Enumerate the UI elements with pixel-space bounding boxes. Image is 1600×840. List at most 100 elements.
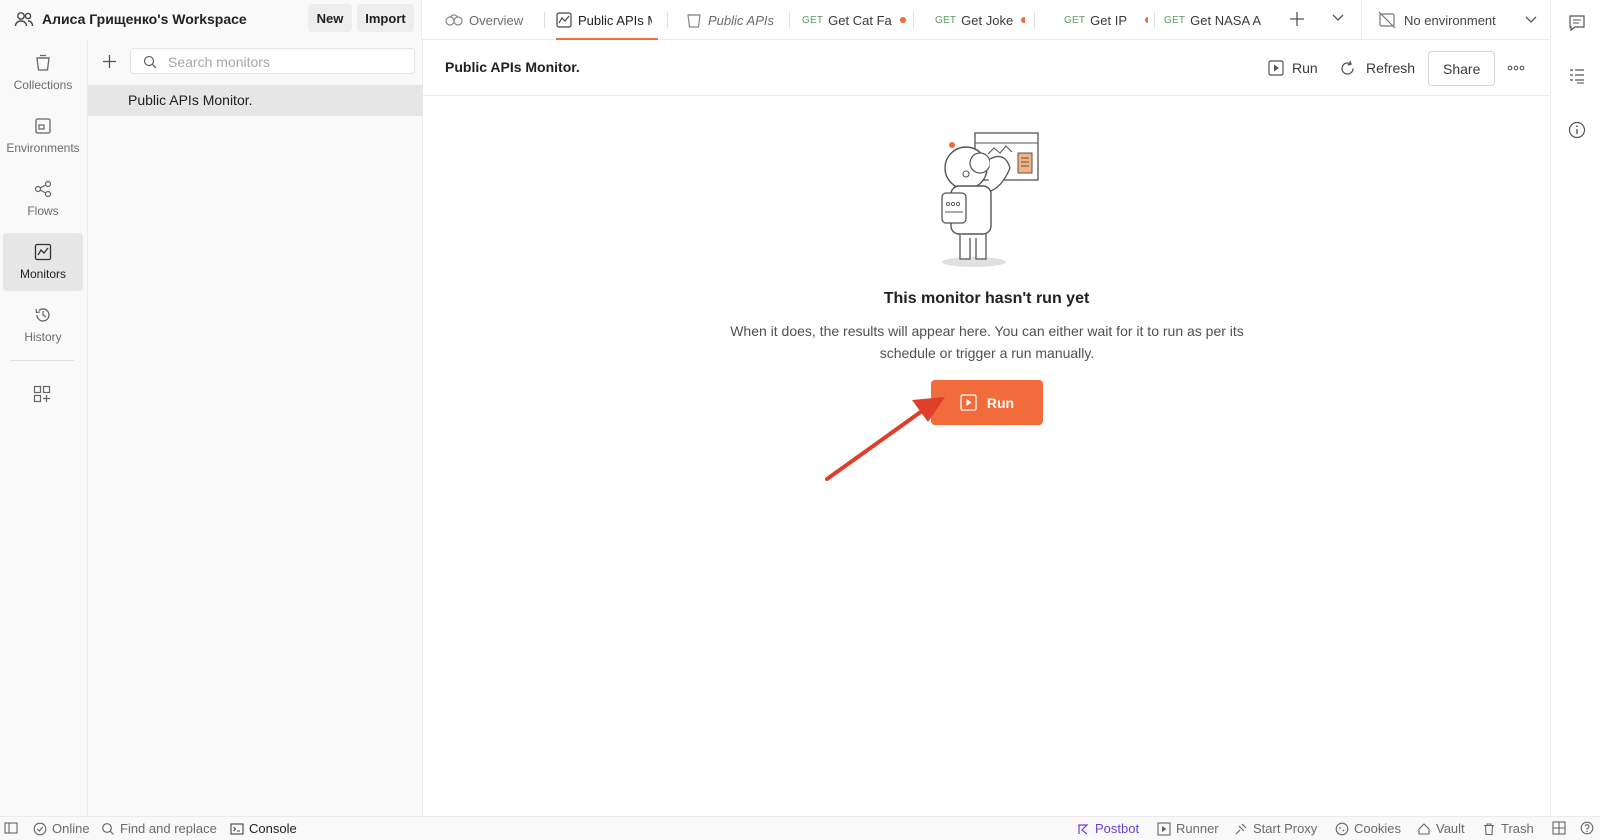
import-button[interactable]: Import: [357, 4, 414, 32]
nav-monitors[interactable]: Monitors: [3, 233, 83, 291]
search-monitors-field[interactable]: Search monitors: [130, 48, 415, 74]
environment-label: No environment: [1404, 12, 1496, 28]
vault-label: Vault: [1436, 821, 1465, 836]
online-status[interactable]: Online: [33, 821, 90, 836]
monitors-icon: [34, 243, 52, 261]
comments-icon[interactable]: [1568, 14, 1586, 32]
nav-label: Monitors: [19, 267, 66, 281]
trash-button[interactable]: Trash: [1482, 821, 1534, 836]
method-badge: GET: [935, 14, 957, 26]
tab-overview[interactable]: Overview: [445, 0, 540, 40]
run-button[interactable]: Run: [1268, 50, 1318, 86]
more-options-icon[interactable]: [1507, 65, 1525, 71]
runner-label: Runner: [1176, 821, 1219, 836]
nav-environments[interactable]: Environments: [3, 107, 83, 165]
unsaved-dot: [1145, 17, 1148, 23]
trash-icon: [1484, 822, 1494, 835]
tab-label: Public APIs: [708, 12, 774, 28]
tab-label: Overview: [469, 12, 524, 28]
tab-divider: [1034, 12, 1035, 28]
list-item[interactable]: Public APIs Monitor.: [88, 85, 423, 116]
search-icon: [143, 55, 157, 69]
nav-history[interactable]: History: [3, 296, 83, 354]
vault-button[interactable]: Vault: [1417, 821, 1465, 836]
history-icon: [34, 306, 52, 324]
console-label: Console: [249, 821, 297, 836]
collection-icon: [686, 12, 702, 28]
cookie-icon: [1335, 822, 1349, 835]
tab-public-apis-collection[interactable]: Public APIs: [686, 0, 786, 40]
help-icon[interactable]: [1580, 821, 1599, 835]
annotation-arrow: [820, 396, 950, 486]
refresh-button[interactable]: Refresh: [1339, 50, 1415, 86]
right-sidebar: [1550, 0, 1600, 816]
nav-collections[interactable]: Collections: [3, 44, 83, 102]
add-apps-icon[interactable]: [33, 385, 51, 403]
main-header: Public APIs Monitor. Run Refresh Share: [423, 40, 1550, 96]
overview-icon: [445, 13, 463, 27]
team-icon: [14, 10, 34, 28]
search-placeholder: Search monitors: [168, 54, 270, 70]
environment-selector[interactable]: No environment: [1378, 0, 1538, 40]
workspace-header: Алиса Грищенко's Workspace New Import: [0, 0, 422, 40]
tab-get-cat-facts[interactable]: GET Get Cat Fa: [802, 0, 908, 40]
tab-divider: [544, 12, 545, 28]
find-replace-button[interactable]: Find and replace: [101, 821, 217, 836]
collections-icon: [34, 54, 52, 72]
tab-get-nasa[interactable]: GET Get NASA A: [1164, 0, 1268, 40]
page-title: Public APIs Monitor.: [445, 59, 580, 75]
astronaut-illustration: [930, 126, 1050, 271]
method-badge: GET: [1164, 14, 1186, 26]
tab-label: Get Cat Fa: [828, 12, 892, 28]
start-proxy-label: Start Proxy: [1253, 821, 1318, 836]
find-replace-label: Find and replace: [120, 821, 217, 836]
unsaved-dot: [899, 17, 906, 23]
run-monitor-label: Run: [986, 394, 1015, 411]
empty-state-description: When it does, the results will appear he…: [730, 323, 1244, 361]
nav-divider: [10, 360, 74, 361]
chevron-down-icon: [1524, 15, 1538, 25]
flows-icon: [34, 180, 52, 198]
tab-public-apis-monitor[interactable]: Public APIs M: [556, 0, 652, 40]
nav-label: History: [24, 330, 62, 344]
start-proxy-button[interactable]: Start Proxy: [1234, 821, 1317, 836]
play-icon: [1157, 821, 1171, 836]
tab-label: Public APIs M: [578, 12, 652, 28]
add-tab-icon[interactable]: [1289, 11, 1305, 27]
search-icon: [102, 822, 114, 835]
workspace-name[interactable]: Алиса Грищенко's Workspace: [42, 11, 247, 27]
tab-divider: [667, 12, 668, 28]
nav-flows[interactable]: Flows: [3, 170, 83, 228]
new-button[interactable]: New: [308, 4, 352, 32]
tab-divider: [789, 12, 790, 28]
refresh-icon: [1339, 60, 1356, 77]
postbot-button[interactable]: Postbot: [1076, 821, 1139, 836]
info-icon[interactable]: [1568, 121, 1586, 139]
console-button[interactable]: Console: [230, 821, 297, 836]
trash-label: Trash: [1501, 821, 1534, 836]
play-icon: [960, 394, 977, 411]
postbot-icon: [1078, 823, 1089, 834]
tab-divider: [1154, 12, 1155, 28]
left-nav: Collections Environments Flows Monitors …: [0, 40, 88, 816]
check-circle-icon: [33, 822, 47, 835]
tab-label: Get Joke: [961, 12, 1014, 28]
tab-label: Get IP: [1090, 12, 1128, 28]
documentation-icon[interactable]: [1568, 67, 1586, 85]
layout-toggle-icon[interactable]: [1552, 821, 1571, 835]
method-badge: GET: [1064, 14, 1086, 26]
runner-button[interactable]: Runner: [1157, 821, 1219, 836]
share-button[interactable]: Share: [1428, 51, 1496, 86]
monitor-name: Public APIs Monitor.: [128, 92, 253, 108]
no-environment-icon: [1378, 11, 1396, 29]
tabs-dropdown-icon[interactable]: [1331, 13, 1345, 23]
tab-get-joke[interactable]: GET Get Joke: [935, 0, 1025, 40]
tab-label: Get NASA A: [1190, 12, 1261, 28]
cookies-button[interactable]: Cookies: [1335, 821, 1401, 836]
add-monitor-icon[interactable]: [102, 54, 117, 69]
tab-get-ip[interactable]: GET Get IP: [1064, 0, 1148, 40]
online-label: Online: [52, 821, 90, 836]
top-bar: Алиса Грищенко's Workspace New Import Ov…: [0, 0, 1550, 40]
empty-state-title: This monitor hasn't run yet: [883, 290, 1090, 307]
toggle-sidebar-icon[interactable]: [4, 821, 23, 835]
